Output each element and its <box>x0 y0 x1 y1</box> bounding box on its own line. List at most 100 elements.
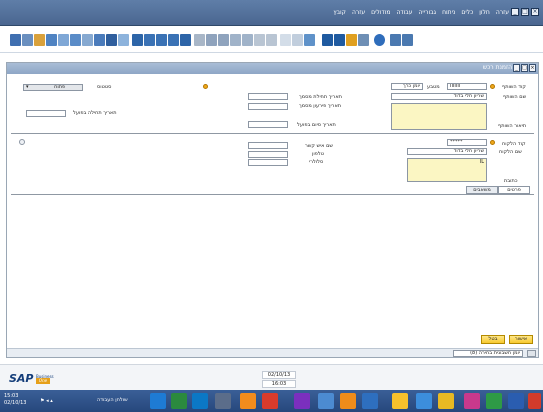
target-document-icon[interactable] <box>218 34 229 46</box>
menu-item-reports[interactable]: גבורייה <box>419 8 437 22</box>
previous-record-icon[interactable] <box>144 34 155 46</box>
doc-maximize-button[interactable]: □ <box>521 64 528 72</box>
contact-name-value: שריון חלי בדוד <box>453 148 484 154</box>
cancel-button[interactable]: בטל <box>481 335 505 344</box>
calculator-icon[interactable] <box>334 34 345 46</box>
chrome-icon[interactable] <box>392 393 408 409</box>
calendar-icon[interactable] <box>322 34 333 46</box>
find-icon[interactable] <box>94 34 105 46</box>
ie-icon[interactable] <box>362 393 378 409</box>
vendor-code-field[interactable]: IIIIIII <box>447 83 487 90</box>
new-icon[interactable] <box>10 34 21 46</box>
restore-button[interactable]: □ <box>521 8 529 16</box>
next-record-icon[interactable] <box>156 34 167 46</box>
delivery-date-field[interactable] <box>248 103 288 110</box>
mobile-field[interactable] <box>248 159 288 166</box>
menu-item-work[interactable]: עבודה <box>396 8 412 22</box>
contact-name-field[interactable]: שריון חלי בדוד <box>407 148 487 155</box>
tray-clock[interactable]: 15:03 02/10/13 <box>4 393 26 407</box>
layout-icon[interactable] <box>292 34 303 46</box>
explorer-icon[interactable] <box>318 393 334 409</box>
radio-indicator-icon[interactable] <box>19 139 25 145</box>
base-document-icon[interactable] <box>206 34 217 46</box>
ok-button[interactable]: אישור <box>509 335 533 344</box>
address-textarea[interactable]: IL <box>407 158 487 182</box>
vendor-link-arrow-icon[interactable] <box>490 84 495 89</box>
outlook-icon[interactable] <box>150 393 166 409</box>
first-record-icon[interactable] <box>132 34 143 46</box>
doc-date-field[interactable] <box>248 93 288 100</box>
contact-person-field[interactable] <box>248 142 288 149</box>
tab-details[interactable]: פרטים <box>498 186 530 194</box>
user-icon[interactable] <box>358 34 369 46</box>
pdf-icon[interactable] <box>58 34 69 46</box>
doc-close-button[interactable]: × <box>529 64 536 72</box>
posting-date-field[interactable] <box>248 121 288 128</box>
menu-item-window[interactable]: חלון <box>479 8 490 22</box>
word-icon[interactable] <box>70 34 81 46</box>
desktop-toolbar-label[interactable]: שולחן העבודה <box>97 397 128 403</box>
close-button[interactable]: × <box>531 8 539 16</box>
journal-icon[interactable] <box>230 34 241 46</box>
contact-code-field[interactable]: ***** <box>447 139 487 146</box>
menu-item-modules[interactable]: מודולים <box>371 8 390 22</box>
doc-minimize-button[interactable]: _ <box>513 64 520 72</box>
doc-date-label: תאריך תחילת מסמך <box>299 94 342 100</box>
resize-grip-icon[interactable] <box>527 350 536 357</box>
excel-app-icon[interactable] <box>486 393 502 409</box>
flag-icon[interactable]: ⚑ <box>40 398 44 404</box>
filter-icon[interactable] <box>118 34 129 46</box>
print-icon[interactable] <box>22 34 33 46</box>
payment-means-icon[interactable] <box>266 34 277 46</box>
excel-icon[interactable] <box>82 34 93 46</box>
add-icon[interactable] <box>106 34 117 46</box>
phone-field[interactable] <box>248 151 288 158</box>
media-icon[interactable] <box>262 393 278 409</box>
form-settings-icon[interactable] <box>280 34 291 46</box>
settings-icon[interactable] <box>402 34 413 46</box>
email-icon[interactable] <box>34 34 45 46</box>
sap-time: 16:03 <box>262 380 296 388</box>
last-record-icon[interactable] <box>168 34 179 46</box>
powerpoint-icon[interactable] <box>464 393 480 409</box>
app-icon[interactable] <box>215 393 231 409</box>
queries-icon[interactable] <box>304 34 315 46</box>
minimize-button[interactable]: _ <box>511 8 519 16</box>
currency-field[interactable]: יומן כרך <box>391 83 423 90</box>
toolbar <box>0 27 543 53</box>
status-label: סטטוס <box>97 84 112 90</box>
relationship-map-icon[interactable] <box>242 34 253 46</box>
explorer-folder-icon[interactable] <box>438 393 454 409</box>
vendor-description-textarea[interactable] <box>391 103 487 130</box>
sap-taskbar-icon[interactable] <box>240 393 256 409</box>
link-arrow-icon[interactable] <box>203 84 208 89</box>
messages-icon[interactable] <box>390 34 401 46</box>
contact-link-arrow-icon[interactable] <box>490 140 495 145</box>
export-icon[interactable] <box>46 34 57 46</box>
purchase-order-window: הזמנת רכש _ □ × ▾ פתוח סטטוס תאריך תחילה… <box>6 62 539 358</box>
network-icon[interactable]: ▴ <box>50 398 53 404</box>
menu-item-help[interactable]: עזרה <box>496 8 509 22</box>
tab-resources[interactable]: משאבים <box>466 186 498 194</box>
volume-icon[interactable]: ◂ <box>46 398 49 404</box>
valid-until-field[interactable] <box>26 110 66 117</box>
status-dropdown[interactable]: ▾ פתוח <box>23 84 83 91</box>
menu-item-tools[interactable]: כלים <box>461 8 473 22</box>
menu-item-analysis[interactable]: ניתוח <box>442 8 455 22</box>
onenote-icon[interactable] <box>294 393 310 409</box>
tray-icons: ⚑ ◂ ▴ <box>40 398 53 404</box>
skype-icon[interactable] <box>192 393 208 409</box>
vendor-name-field[interactable]: שריון חלי בדוד <box>391 93 487 100</box>
word-app-icon[interactable] <box>508 393 524 409</box>
help-icon[interactable] <box>374 34 385 46</box>
excel-taskbar-icon[interactable] <box>171 393 187 409</box>
sort-icon[interactable] <box>194 34 205 46</box>
menu-item-file[interactable]: קובץ <box>333 8 346 22</box>
refresh-icon[interactable] <box>180 34 191 46</box>
acrobat-icon[interactable] <box>528 393 541 409</box>
menu-item-edit[interactable]: עזרה <box>352 8 365 22</box>
gross-profit-icon[interactable] <box>254 34 265 46</box>
ie-browser-icon[interactable] <box>416 393 432 409</box>
alerts-icon[interactable] <box>346 34 357 46</box>
folder-icon[interactable] <box>340 393 356 409</box>
